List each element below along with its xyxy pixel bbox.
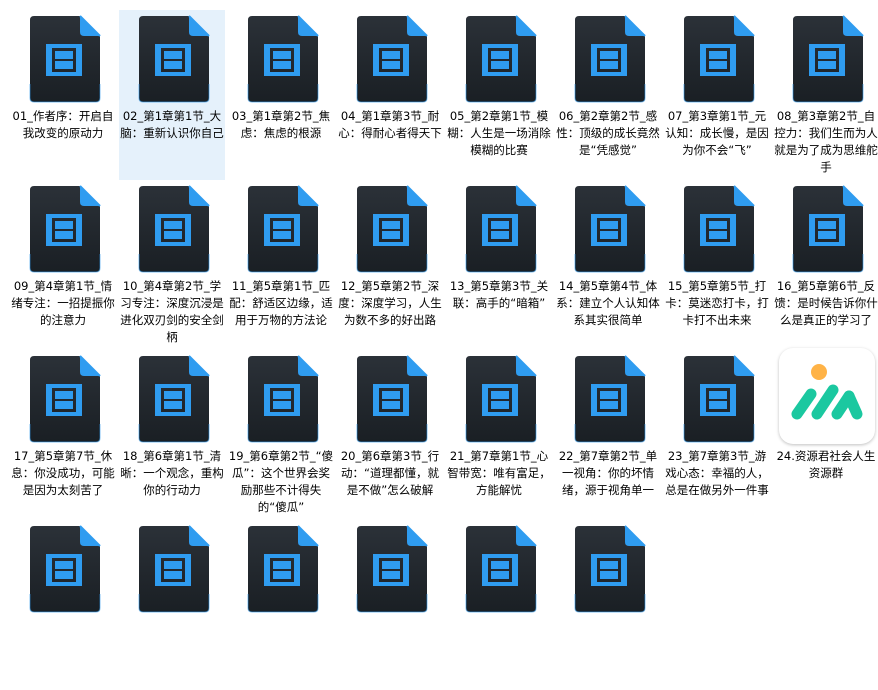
video-file-icon: [26, 14, 102, 104]
video-file-icon: [680, 354, 756, 444]
video-file-icon: [571, 524, 647, 614]
video-file-icon: [680, 184, 756, 274]
file-name-label: 05_第2章第1节_模糊：人生是一场消除模糊的比赛: [447, 109, 551, 157]
video-file-item[interactable]: 10_第4章第2节_学习专注：深度沉浸是进化双刃剑的安全剑柄: [119, 180, 225, 350]
file-name-label: 15_第5章第5节_打卡：莫迷恋打卡，打卡打不出未来: [665, 279, 769, 327]
file-name-label: 08_第3章第2节_自控力：我们生而为人就是为了成为思维舵手: [774, 109, 878, 174]
video-file-icon: [462, 524, 538, 614]
video-file-icon: [353, 354, 429, 444]
video-file-item[interactable]: 20_第6章第3节_行动：“道理都懂，就是不做”怎么破解: [337, 350, 443, 520]
video-file-item[interactable]: 23_第7章第3节_游戏心态：幸福的人，总是在做另外一件事: [664, 350, 770, 520]
video-file-icon: [26, 354, 102, 444]
video-file-item[interactable]: 16_第5章第6节_反馈：是时候告诉你什么是真正的学习了: [773, 180, 878, 350]
file-name-label: 14_第5章第4节_体系：建立个人认知体系其实很简单: [556, 279, 660, 327]
video-file-item[interactable]: 12_第5章第2节_深度：深度学习，人生为数不多的好出路: [337, 180, 443, 350]
video-file-item[interactable]: [10, 520, 116, 690]
video-file-item[interactable]: 03_第1章第2节_焦虑：焦虑的根源: [228, 10, 334, 180]
video-file-item[interactable]: 02_第1章第1节_大脑：重新认识你自己: [119, 10, 225, 180]
video-file-icon: [462, 14, 538, 104]
video-file-icon: [353, 524, 429, 614]
video-file-icon: [571, 354, 647, 444]
video-file-icon: [353, 184, 429, 274]
video-file-icon: [680, 14, 756, 104]
file-name-label: 09_第4章第1节_情绪专注：一招提振你的注意力: [11, 279, 115, 327]
video-file-item[interactable]: 01_作者序：开启自我改变的原动力: [10, 10, 116, 180]
file-name-label: 11_第5章第1节_匹配：舒适区边缘，适用于万物的方法论: [229, 279, 333, 327]
file-name-label: 18_第6章第1节_清晰：一个观念，重构你的行动力: [120, 449, 224, 497]
video-file-item[interactable]: [119, 520, 225, 690]
file-name-label: 12_第5章第2节_深度：深度学习，人生为数不多的好出路: [338, 279, 442, 327]
file-name-label: 19_第6章第2节_“傻瓜”：这个世界会奖励那些不计得失的“傻瓜”: [228, 449, 334, 514]
video-file-icon: [135, 524, 211, 614]
video-file-item[interactable]: 13_第5章第3节_关联：高手的“暗箱”: [446, 180, 552, 350]
video-file-item[interactable]: 21_第7章第1节_心智带宽：唯有富足，方能解忧: [446, 350, 552, 520]
video-file-icon: [135, 354, 211, 444]
video-file-icon: [462, 184, 538, 274]
video-file-item[interactable]: 04_第1章第3节_耐心：得耐心者得天下: [337, 10, 443, 180]
file-name-label: 10_第4章第2节_学习专注：深度沉浸是进化双刃剑的安全剑柄: [120, 279, 224, 344]
file-name-label: 01_作者序：开启自我改变的原动力: [12, 109, 114, 140]
file-name-label: 20_第6章第3节_行动：“道理都懂，就是不做”怎么破解: [340, 449, 440, 497]
video-file-item[interactable]: 17_第5章第7节_休息：你没成功，可能是因为太刻苦了: [10, 350, 116, 520]
video-file-item[interactable]: [228, 520, 334, 690]
video-file-item[interactable]: 19_第6章第2节_“傻瓜”：这个世界会奖励那些不计得失的“傻瓜”: [228, 350, 334, 520]
video-file-item[interactable]: [337, 520, 443, 690]
video-file-icon: [244, 354, 320, 444]
video-file-icon: [789, 14, 865, 104]
video-file-icon: [244, 14, 320, 104]
file-name-label: 24.资源君社会人生资源群: [776, 449, 876, 480]
file-name-label: 06_第2章第2节_感性：顶级的成长竟然是“凭感觉”: [556, 109, 660, 157]
file-name-label: 21_第7章第1节_心智带宽：唯有富足，方能解忧: [447, 449, 551, 497]
video-file-item[interactable]: 09_第4章第1节_情绪专注：一招提振你的注意力: [10, 180, 116, 350]
video-file-item[interactable]: 08_第3章第2节_自控力：我们生而为人就是为了成为思维舵手: [773, 10, 878, 180]
file-name-label: 22_第7章第2节_单一视角：你的坏情绪，源于视角单一: [558, 449, 658, 497]
video-file-icon: [462, 354, 538, 444]
file-name-label: 16_第5章第6节_反馈：是时候告诉你什么是真正的学习了: [774, 279, 878, 327]
video-file-item[interactable]: 14_第5章第4节_体系：建立个人认知体系其实很简单: [555, 180, 661, 350]
file-name-label: 03_第1章第2节_焦虑：焦虑的根源: [231, 109, 331, 140]
video-file-icon: [244, 524, 320, 614]
video-file-icon: [571, 184, 647, 274]
file-name-label: 02_第1章第1节_大脑：重新认识你自己: [120, 109, 224, 140]
video-file-item[interactable]: [446, 520, 552, 690]
video-file-item[interactable]: 06_第2章第2节_感性：顶级的成长竟然是“凭感觉”: [555, 10, 661, 180]
video-file-icon: [26, 184, 102, 274]
video-file-icon: [26, 524, 102, 614]
video-file-item[interactable]: 22_第7章第2节_单一视角：你的坏情绪，源于视角单一: [555, 350, 661, 520]
video-file-icon: [244, 184, 320, 274]
file-grid: 01_作者序：开启自我改变的原动力 02_第1章第1节_大脑：重新认识你自己 0…: [0, 0, 878, 613]
video-file-icon: [571, 14, 647, 104]
file-name-label: 23_第7章第3节_游戏心态：幸福的人，总是在做另外一件事: [665, 449, 769, 497]
video-file-icon: [135, 184, 211, 274]
video-file-item[interactable]: 15_第5章第5节_打卡：莫迷恋打卡，打卡打不出未来: [664, 180, 770, 350]
video-file-item[interactable]: [555, 520, 661, 690]
video-file-icon: [789, 184, 865, 274]
video-file-item[interactable]: 11_第5章第1节_匹配：舒适区边缘，适用于万物的方法论: [228, 180, 334, 350]
video-file-item[interactable]: 18_第6章第1节_清晰：一个观念，重构你的行动力: [119, 350, 225, 520]
file-name-label: 07_第3章第1节_元认知：成长慢，是因为你不会“飞”: [665, 109, 769, 157]
file-name-label: 17_第5章第7节_休息：你没成功，可能是因为太刻苦了: [11, 449, 115, 497]
file-name-label: 13_第5章第3节_关联：高手的“暗箱”: [449, 279, 549, 310]
file-name-label: 04_第1章第3节_耐心：得耐心者得天下: [338, 109, 442, 140]
video-file-icon: [353, 14, 429, 104]
video-file-item[interactable]: 07_第3章第1节_元认知：成长慢，是因为你不会“飞”: [664, 10, 770, 180]
app-logo-icon: [779, 348, 875, 444]
app-file-item[interactable]: 24.资源君社会人生资源群: [773, 348, 878, 520]
video-file-icon: [135, 14, 211, 104]
video-file-item[interactable]: 05_第2章第1节_模糊：人生是一场消除模糊的比赛: [446, 10, 552, 180]
